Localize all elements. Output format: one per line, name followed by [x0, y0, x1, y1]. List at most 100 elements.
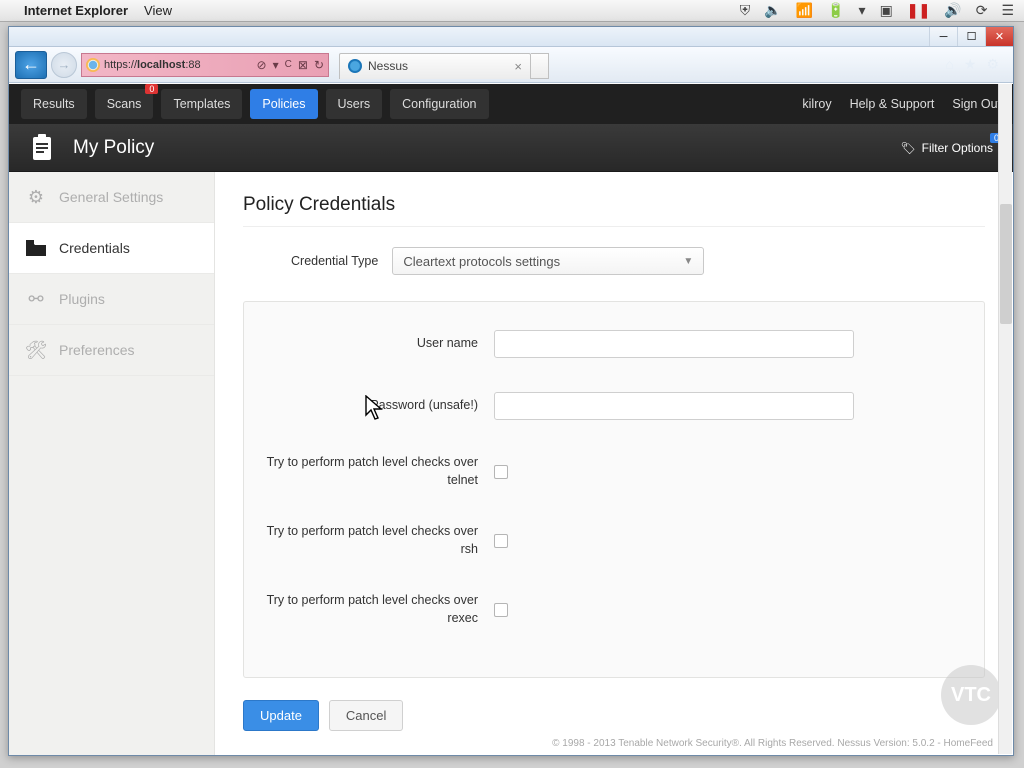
filter-label: Filter Options	[922, 141, 993, 155]
url-host: localhost	[137, 59, 185, 71]
nav-scans-label: Scans	[107, 97, 142, 111]
ie-window: ─ ☐ ✕ ← → https://localhost:88 ⊘ ▾ C ⊠ ↻…	[8, 26, 1014, 756]
share-icon: ⚯	[25, 288, 47, 310]
gear-icon: ⚙	[25, 186, 47, 208]
scans-badge: 0	[145, 84, 158, 94]
favorites-icon[interactable]: ★	[964, 56, 977, 73]
nav-templates[interactable]: Templates	[161, 89, 242, 119]
stop-icon[interactable]: ⊠	[298, 58, 308, 72]
minimize-button[interactable]: ─	[929, 27, 957, 46]
nav-user[interactable]: kilroy	[802, 97, 831, 111]
credential-type-row: Credential Type Cleartext protocols sett…	[291, 247, 985, 275]
battery-icon[interactable]: 🔋	[827, 2, 844, 19]
sidebar-label: Preferences	[59, 342, 134, 358]
telnet-checkbox[interactable]	[494, 465, 508, 479]
page-title: My Policy	[73, 137, 154, 159]
pause-icon[interactable]: ❚❚	[907, 2, 930, 19]
nav-users[interactable]: Users	[326, 89, 383, 119]
rsh-row: Try to perform patch level checks over r…	[264, 523, 964, 558]
tag-icon: 🏷	[900, 141, 915, 155]
scrollbar[interactable]	[998, 84, 1012, 754]
ie-toolbar-right: ⌂ ★ ⚙	[945, 56, 1007, 73]
credential-type-label: Credential Type	[291, 254, 378, 268]
ie-titlebar: ─ ☐ ✕	[9, 27, 1013, 47]
tab-nessus[interactable]: Nessus ×	[339, 53, 531, 79]
cert-error-icon[interactable]: ⊘	[257, 58, 267, 72]
credential-type-value: Cleartext protocols settings	[403, 254, 560, 269]
refresh-icon[interactable]: ↻	[314, 58, 324, 72]
sidebar-item-credentials[interactable]: Credentials	[9, 223, 214, 274]
ie-favicon-icon	[86, 58, 100, 72]
volume-down-icon[interactable]: 🔈	[764, 2, 781, 19]
dropdown-icon[interactable]: ▾	[273, 58, 279, 72]
filter-options[interactable]: 🏷 Filter Options 0	[900, 141, 993, 155]
password-label: Password (unsafe!)	[264, 397, 494, 415]
shield-icon[interactable]: ⛨	[740, 2, 751, 19]
maximize-button[interactable]: ☐	[957, 27, 985, 46]
username-label: User name	[264, 335, 494, 353]
credential-type-select[interactable]: Cleartext protocols settings ▼	[392, 247, 704, 275]
sidebar-label: Credentials	[59, 240, 130, 256]
home-icon[interactable]: ⌂	[945, 56, 953, 73]
sidebar-item-general[interactable]: ⚙ General Settings	[9, 172, 214, 223]
back-button[interactable]: ←	[15, 51, 47, 79]
nav-results[interactable]: Results	[21, 89, 87, 119]
nav-right: kilroy Help & Support Sign Out	[802, 97, 1001, 111]
rsh-label: Try to perform patch level checks over r…	[264, 523, 494, 558]
sidebar-item-plugins[interactable]: ⚯ Plugins	[9, 274, 214, 325]
rsh-checkbox[interactable]	[494, 534, 508, 548]
tools-icon: 🛠	[25, 339, 47, 361]
username-input[interactable]	[494, 330, 854, 358]
app-subheader: My Policy 🏷 Filter Options 0	[9, 124, 1013, 172]
telnet-label: Try to perform patch level checks over t…	[264, 454, 494, 489]
sidebar-label: General Settings	[59, 189, 163, 205]
password-input[interactable]	[494, 392, 854, 420]
rexec-row: Try to perform patch level checks over r…	[264, 592, 964, 627]
update-button[interactable]: Update	[243, 700, 319, 731]
signal-icon[interactable]: 📶	[796, 2, 813, 19]
address-bar-controls: ⊘ ▾ C ⊠ ↻	[257, 58, 324, 72]
sync-icon[interactable]: ⟳	[976, 2, 988, 19]
sidebar: ⚙ General Settings Credentials ⚯ Plugins…	[9, 172, 215, 755]
new-tab-button[interactable]	[531, 53, 549, 79]
username-row: User name	[264, 330, 964, 358]
app-nav: Results Scans 0 Templates Policies Users…	[9, 84, 1013, 124]
mac-menu-view[interactable]: View	[144, 3, 172, 18]
vtc-watermark: VTC	[941, 665, 1001, 725]
mac-menubar: Internet Explorer View ⛨ 🔈 📶 🔋 ▾ ▣ ❚❚ 🔊 …	[0, 0, 1024, 22]
list-icon[interactable]: ☰	[1001, 2, 1014, 19]
telnet-row: Try to perform patch level checks over t…	[264, 454, 964, 489]
button-row: Update Cancel	[243, 700, 985, 731]
display-icon[interactable]: ▣	[880, 2, 893, 19]
compat-icon[interactable]: C	[285, 59, 292, 70]
dropdown-icon[interactable]: ▾	[859, 2, 866, 19]
nav-configuration[interactable]: Configuration	[390, 89, 488, 119]
footer-text: © 1998 - 2013 Tenable Network Security®.…	[552, 738, 993, 749]
tab-bar: Nessus ×	[339, 51, 549, 79]
url-scheme: https://	[104, 59, 137, 71]
sidebar-label: Plugins	[59, 291, 105, 307]
url-text: https://localhost:88	[104, 59, 253, 71]
clipboard-icon	[29, 133, 55, 163]
tab-close-icon[interactable]: ×	[514, 59, 522, 74]
forward-button[interactable]: →	[51, 52, 77, 78]
mac-app-name[interactable]: Internet Explorer	[24, 3, 128, 18]
chevron-down-icon: ▼	[683, 256, 693, 267]
nav-signout[interactable]: Sign Out	[952, 97, 1001, 111]
scroll-thumb[interactable]	[1000, 204, 1012, 324]
nav-scans[interactable]: Scans 0	[95, 89, 154, 119]
nav-policies[interactable]: Policies	[250, 89, 317, 119]
close-button[interactable]: ✕	[985, 27, 1013, 46]
cancel-button[interactable]: Cancel	[329, 700, 403, 731]
content-heading: Policy Credentials	[243, 194, 985, 227]
speaker-icon[interactable]: 🔊	[944, 2, 961, 19]
sidebar-item-preferences[interactable]: 🛠 Preferences	[9, 325, 214, 376]
rexec-label: Try to perform patch level checks over r…	[264, 592, 494, 627]
ie-toolbar: ← → https://localhost:88 ⊘ ▾ C ⊠ ↻ Nessu…	[9, 47, 1013, 83]
password-row: Password (unsafe!)	[264, 392, 964, 420]
rexec-checkbox[interactable]	[494, 603, 508, 617]
nav-help[interactable]: Help & Support	[850, 97, 935, 111]
address-bar[interactable]: https://localhost:88 ⊘ ▾ C ⊠ ↻	[81, 53, 329, 77]
tools-icon[interactable]: ⚙	[986, 56, 999, 73]
folder-icon	[25, 237, 47, 259]
